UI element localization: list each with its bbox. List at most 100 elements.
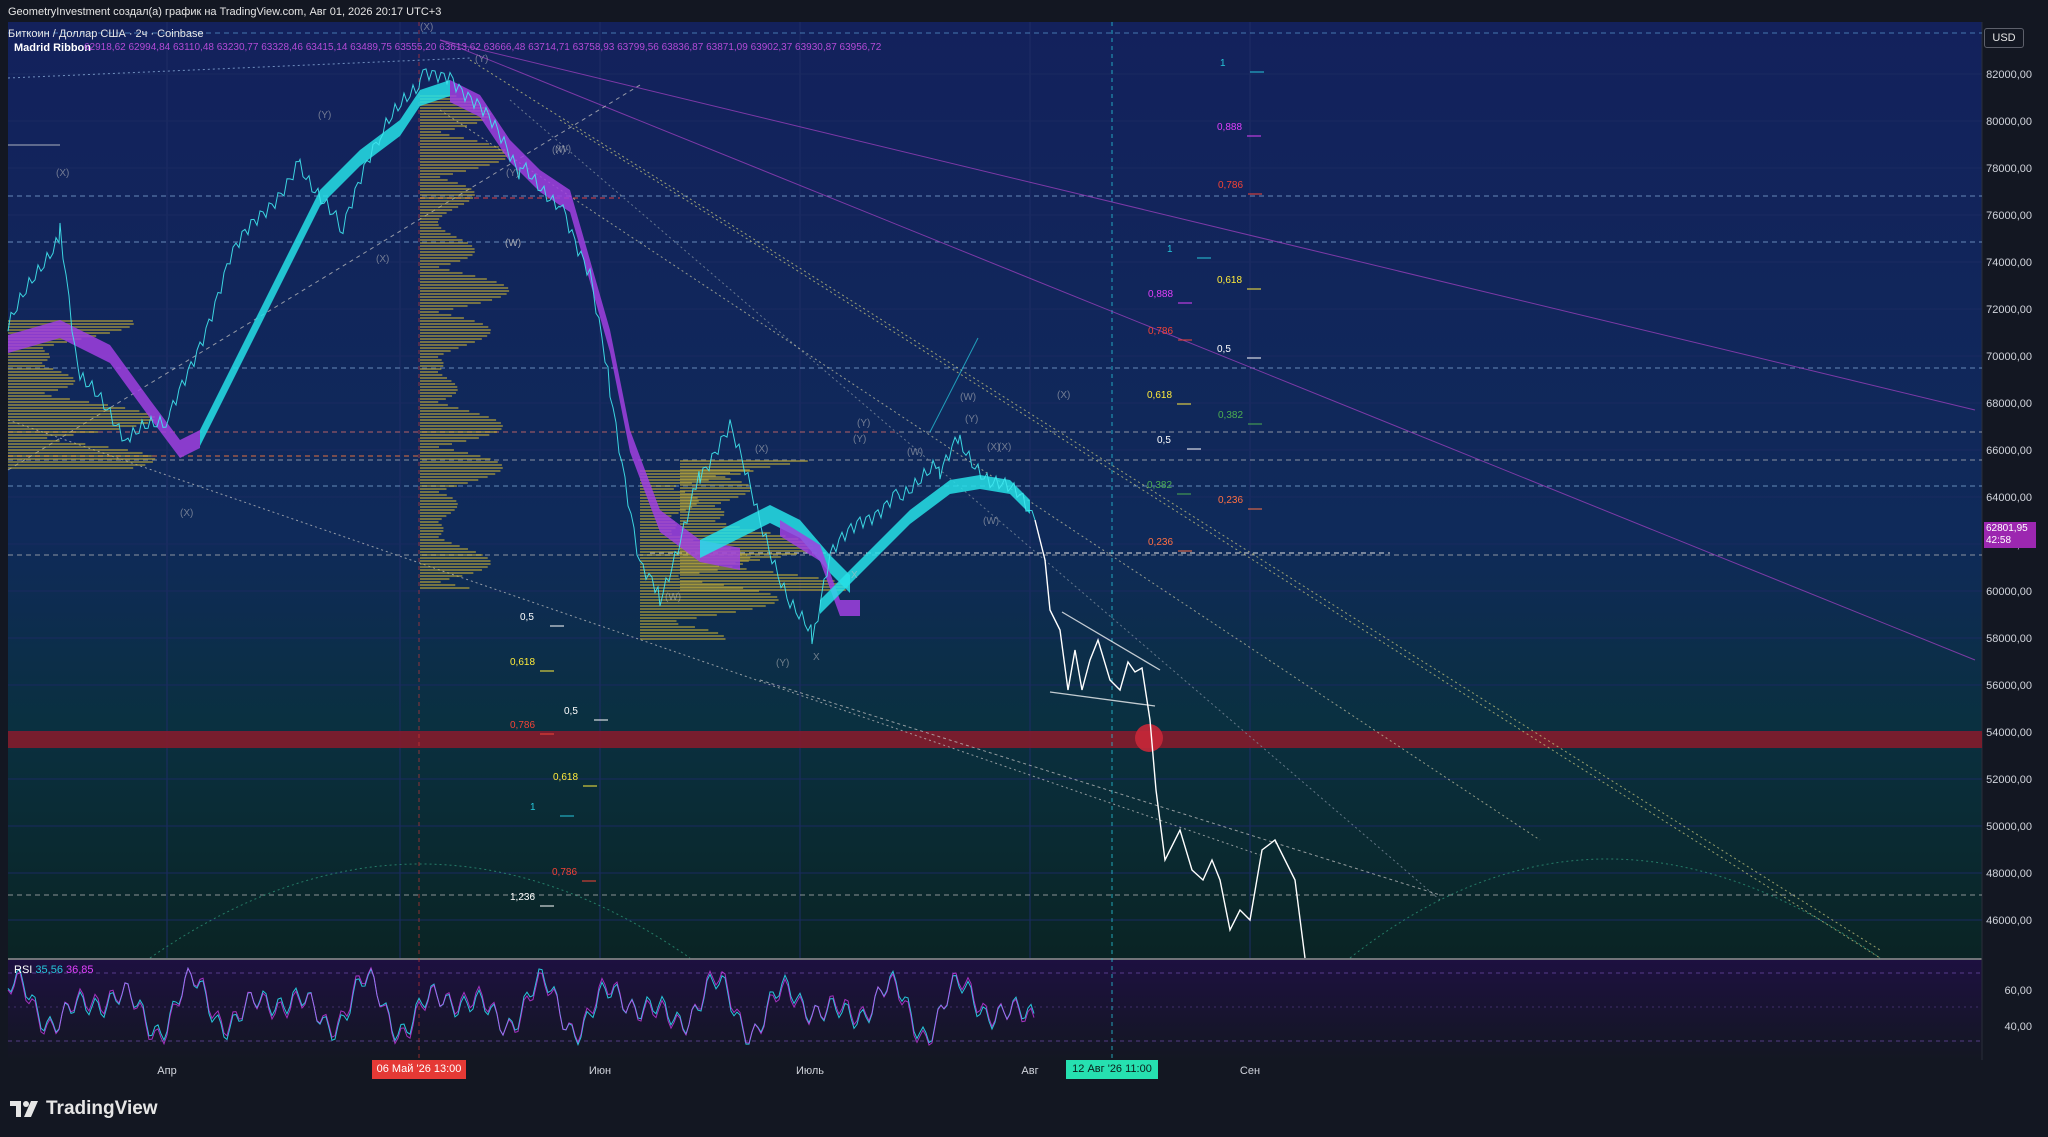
volume-profile-bar [680, 502, 721, 504]
volume-profile-bar [420, 188, 472, 190]
volume-profile-bar [8, 407, 126, 409]
volume-profile-bar [420, 518, 442, 520]
rsi-axis-label: 40,00 [2004, 1021, 2032, 1033]
volume-profile-bar [420, 137, 464, 139]
volume-profile-bar [420, 458, 491, 460]
volume-profile-bar [8, 386, 68, 388]
fib-label: 0,5 [564, 706, 578, 717]
rsi-legend[interactable]: RSI 35,56 36,85 [14, 964, 94, 976]
volume-profile-bar [420, 497, 453, 499]
volume-profile-bar [420, 347, 459, 349]
fib-label: 1 [1220, 58, 1226, 69]
volume-profile-bar [420, 242, 468, 244]
volume-profile-bar [640, 620, 677, 622]
price-axis-label: 82000,00 [1986, 69, 2032, 81]
volume-profile-bar [680, 565, 720, 567]
volume-profile-bar [8, 431, 99, 433]
symbol-title[interactable]: Биткоин / Доллар США · 2ч · Coinbase [8, 28, 204, 40]
volume-profile-bar [420, 248, 475, 250]
volume-profile-bar [420, 179, 448, 181]
tradingview-icon [10, 1101, 38, 1117]
time-axis-label: Июн [589, 1065, 611, 1077]
volume-profile-bar [420, 263, 451, 265]
tradingview-logo[interactable]: TradingView [10, 1098, 158, 1120]
volume-profile-bar [420, 557, 488, 559]
volume-profile-bar [680, 493, 746, 495]
volume-profile-bar [640, 509, 686, 511]
price-axis-label: 48000,00 [1986, 868, 2032, 880]
wave-label: (Y) [475, 54, 488, 65]
price-axis-label: 66000,00 [1986, 445, 2032, 457]
volume-profile-bar [8, 434, 74, 436]
wave-label: (Y) [965, 414, 978, 425]
volume-profile-bar [420, 164, 490, 166]
price-axis-label: 74000,00 [1986, 257, 2032, 269]
volume-profile-bar [420, 587, 470, 589]
volume-profile-bar [420, 392, 456, 394]
volume-profile-bar [420, 251, 475, 253]
volume-profile-bar [420, 371, 439, 373]
price-axis-label: 80000,00 [1986, 116, 2032, 128]
volume-profile-bar [8, 419, 155, 421]
volume-profile-bar [420, 350, 451, 352]
wave-label: X [813, 652, 820, 663]
volume-profile-bar [420, 335, 488, 337]
volume-profile-bar [420, 305, 468, 307]
volume-profile-bar [8, 467, 134, 469]
rsi-label: RSI [14, 964, 33, 976]
volume-profile-bar [420, 359, 442, 361]
volume-profile-bar [420, 470, 501, 472]
fib-label: 0,888 [1217, 122, 1242, 133]
volume-profile-bar [8, 380, 76, 382]
volume-profile-bar [8, 440, 60, 442]
volume-profile-bar [420, 527, 444, 529]
volume-profile-bar [420, 434, 490, 436]
rsi-value: 35,56 [35, 964, 63, 976]
indicator-name[interactable]: Madrid Ribbon [14, 42, 91, 54]
wave-label: (W) [983, 516, 999, 527]
volume-profile-bar [680, 571, 774, 573]
volume-profile-bar [8, 428, 120, 430]
time-axis-label: Авг [1021, 1065, 1038, 1077]
volume-profile-bar [420, 140, 478, 142]
price-axis-label: 54000,00 [1986, 727, 2032, 739]
chart-area[interactable]: 82000,00 80000,00 78000,00 76000,00 74000,00… [0, 0, 2048, 1132]
volume-profile-bar [420, 560, 491, 562]
volume-profile-bar [420, 365, 444, 367]
volume-profile-bar [420, 545, 460, 547]
wave-label: (Y) [318, 110, 331, 121]
volume-profile-bar [8, 398, 70, 400]
volume-profile-bar [420, 569, 482, 571]
currency-button[interactable]: USD [1984, 28, 2024, 48]
volume-profile-bar [8, 404, 108, 406]
volume-profile-bar [8, 449, 128, 451]
volume-profile-bar [420, 437, 479, 439]
volume-profile-bar [680, 514, 725, 516]
volume-profile-bar [680, 472, 731, 474]
volume-profile-bar [680, 577, 819, 579]
volume-profile-bar [420, 482, 468, 484]
fib-label: 0,382 [1147, 480, 1172, 491]
wave-label: (Y) [776, 658, 789, 669]
volume-profile-bar [420, 575, 463, 577]
wave-label: (X) [56, 168, 69, 179]
volume-profile-bar [640, 617, 697, 619]
volume-profile-bar [420, 206, 459, 208]
volume-profile-bar [420, 455, 481, 457]
price-chart[interactable]: 82000,00 80000,00 78000,00 76000,00 74000,00… [0, 0, 2048, 1132]
volume-profile-bar [420, 374, 443, 376]
price-axis-label: 58000,00 [1986, 633, 2032, 645]
volume-profile-bar [420, 221, 439, 223]
volume-profile-bar [640, 638, 726, 640]
volume-profile-bar [420, 125, 468, 127]
price-axis-label: 64000,00 [1986, 492, 2032, 504]
volume-profile-bar [640, 608, 753, 610]
volume-profile-bar [420, 539, 445, 541]
current-price-tag: 62801,95 42:58 [1984, 522, 2036, 548]
volume-profile-bar [420, 233, 451, 235]
volume-profile-bar [8, 452, 143, 454]
volume-profile-bar [8, 443, 86, 445]
volume-profile-bar [420, 425, 503, 427]
volume-profile-bar [8, 422, 149, 424]
volume-profile-bar [420, 485, 457, 487]
